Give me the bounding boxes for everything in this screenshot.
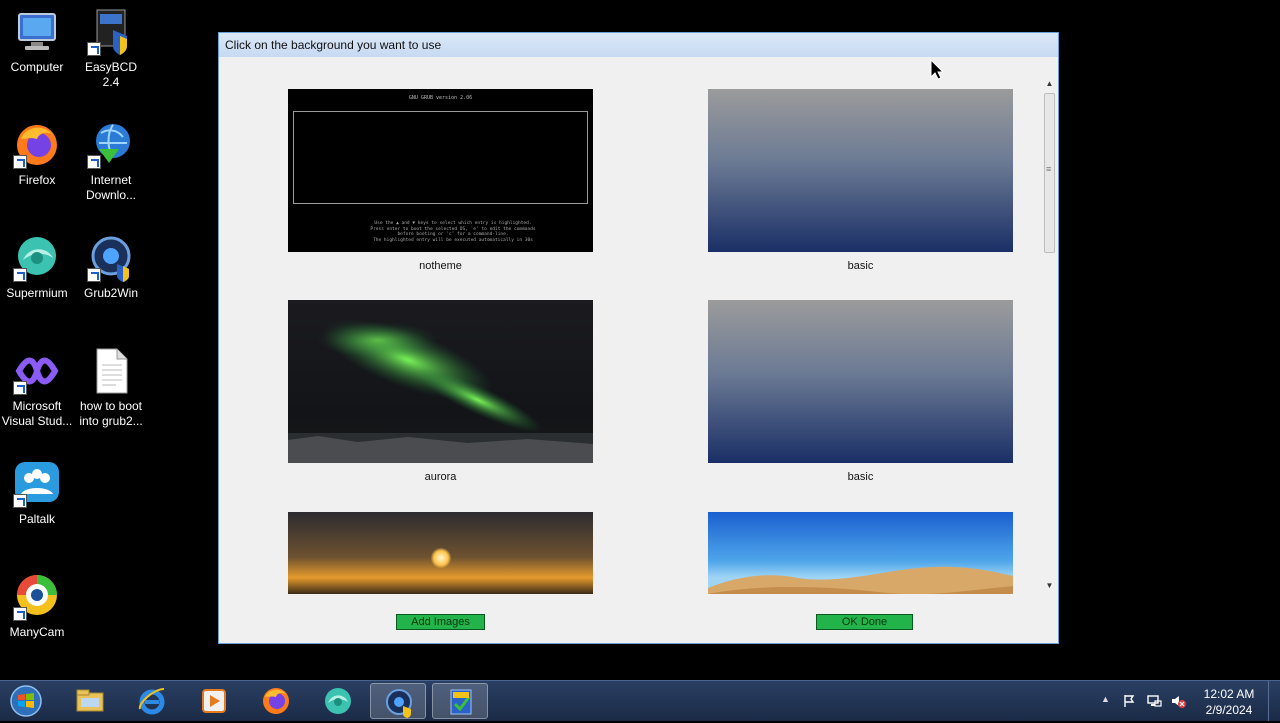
taskbar-media-player-button[interactable] <box>186 683 242 719</box>
action-center-flag-icon[interactable] <box>1123 694 1137 708</box>
computer-icon <box>13 8 61 56</box>
desktop-icon-paltalk[interactable]: Paltalk <box>1 460 73 527</box>
taskbar-supermium-button[interactable] <box>310 683 366 719</box>
background-chooser-dialog: Click on the background you want to use … <box>218 32 1059 644</box>
firefox-icon <box>263 688 289 714</box>
desktop-icon-label: Grub2Win <box>83 286 139 300</box>
windows-logo-icon <box>10 685 42 717</box>
show-hidden-icons-chevron-icon[interactable]: ▲ <box>1101 694 1110 704</box>
clock-date: 2/9/2024 <box>1205 703 1253 717</box>
thumbnail-caption: notheme <box>419 260 462 272</box>
desktop-icon-label: how to boot into grub2... <box>79 399 143 428</box>
media-player-icon <box>202 689 226 713</box>
visual-studio-icon <box>13 347 61 395</box>
volume-muted-icon[interactable] <box>1170 693 1186 709</box>
network-icon[interactable] <box>1146 693 1162 709</box>
taskbar-explorer-button[interactable] <box>62 683 118 719</box>
desktop-icon-easybcd[interactable]: EasyBCD 2.4 <box>75 8 147 90</box>
taskbar-ie-button[interactable] <box>124 683 180 719</box>
desert-preview-image <box>708 512 1013 594</box>
desktop-icon-label: Internet Downlo... <box>85 173 137 202</box>
thumbnail-basic-2[interactable]: basic <box>708 300 1013 483</box>
thumbnail-caption: basic <box>847 260 874 272</box>
system-clock[interactable]: 12:02 AM 2/9/2024 <box>1196 686 1262 718</box>
sun-glow <box>431 548 451 568</box>
thumbnail-sunset[interactable] <box>288 512 593 594</box>
paltalk-icon <box>13 460 61 508</box>
thumbnail-desert[interactable] <box>708 512 1013 594</box>
desktop-icon-label: EasyBCD 2.4 <box>84 60 137 89</box>
thumbnail-basic[interactable]: basic <box>708 89 1013 272</box>
desktop-icon-text-file[interactable]: how to boot into grub2... <box>75 347 147 429</box>
grub2win-icon <box>386 689 412 718</box>
desktop-icon-supermium[interactable]: Supermium <box>1 234 73 301</box>
desktop-icon-idm[interactable]: Internet Downlo... <box>75 121 147 203</box>
desktop-icon-computer[interactable]: Computer <box>1 8 73 75</box>
windows-explorer-icon <box>76 689 104 712</box>
taskbar-firefox-button[interactable] <box>248 683 304 719</box>
grub-header-text: GNU GRUB version 2.06 <box>408 95 473 101</box>
grub-help-text: Use the ▲ and ▼ keys to select which ent… <box>370 221 536 243</box>
internet-explorer-icon <box>138 688 165 715</box>
mouse-cursor-icon <box>930 59 944 80</box>
thumbnail-gallery: GNU GRUB version 2.06 Use the ▲ and ▼ ke… <box>219 89 1039 595</box>
scroll-down-arrow-icon[interactable]: ▼ <box>1042 579 1057 593</box>
internet-download-manager-icon <box>87 121 135 169</box>
desktop-icon-visual-studio[interactable]: Microsoft Visual Stud... <box>1 347 73 429</box>
gallery-scrollbar[interactable]: ▲ ▼ <box>1042 77 1057 593</box>
thumbnail-aurora[interactable]: aurora <box>288 300 593 483</box>
scrollbar-thumb[interactable] <box>1044 93 1055 253</box>
taskbar-easybcd-button[interactable] <box>432 683 488 719</box>
gradient-preview-image <box>708 300 1013 463</box>
taskbar: ▲ 12:02 AM 2/9/2024 <box>0 680 1280 721</box>
desktop-icon-label: Firefox <box>18 173 56 187</box>
grub2win-icon <box>87 234 135 282</box>
gradient-preview-image <box>708 89 1013 252</box>
sunset-preview-image <box>288 512 593 594</box>
desktop-icon-grub2win[interactable]: Grub2Win <box>75 234 147 301</box>
easybcd-icon <box>450 689 472 715</box>
desktop-icon-label: Computer <box>10 60 64 74</box>
desktop-icon-label: Supermium <box>6 286 68 300</box>
grub-menu-box <box>293 111 588 204</box>
easybcd-icon <box>87 8 135 56</box>
show-desktop-button[interactable] <box>1268 681 1280 721</box>
supermium-icon <box>325 688 351 714</box>
taskbar-grub2win-button[interactable] <box>370 683 426 719</box>
clock-time: 12:02 AM <box>1203 687 1255 701</box>
thumbnail-caption: aurora <box>424 471 457 483</box>
thumbnail-notheme[interactable]: GNU GRUB version 2.06 Use the ▲ and ▼ ke… <box>288 89 593 272</box>
desktop-icon-manycam[interactable]: ManyCam <box>1 573 73 640</box>
start-button[interactable] <box>6 684 46 718</box>
system-tray: ▲ <box>1098 681 1190 721</box>
firefox-icon <box>13 121 61 169</box>
desktop-icon-label: Paltalk <box>18 512 56 526</box>
text-file-icon <box>87 347 135 395</box>
dialog-title: Click on the background you want to use <box>219 33 1058 57</box>
scroll-up-arrow-icon[interactable]: ▲ <box>1042 77 1057 91</box>
thumbnail-caption: basic <box>847 471 874 483</box>
supermium-icon <box>13 234 61 282</box>
aurora-preview-image <box>288 300 593 463</box>
manycam-icon <box>13 573 61 621</box>
desktop-icon-label: Microsoft Visual Stud... <box>1 399 73 428</box>
desktop-icon-label: ManyCam <box>9 625 65 639</box>
add-images-button[interactable]: Add Images <box>396 614 485 630</box>
grub-preview-image: GNU GRUB version 2.06 Use the ▲ and ▼ ke… <box>288 89 593 252</box>
ok-done-button[interactable]: OK Done <box>816 614 913 630</box>
desktop-icon-firefox[interactable]: Firefox <box>1 121 73 188</box>
